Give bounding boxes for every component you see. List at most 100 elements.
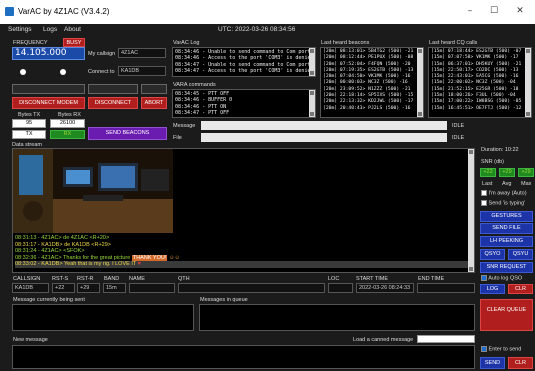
checkbox-icon[interactable] — [481, 200, 487, 206]
cq-item[interactable]: [15m] 22:00:02> NC3Z (500) -04 — [431, 80, 529, 86]
log-callsign-input[interactable]: KA1DB — [12, 283, 49, 293]
message-progress-bar — [201, 121, 447, 130]
menu-about[interactable]: About — [64, 26, 81, 33]
log-line: 08:34:47 - Unable to send command to Com… — [175, 61, 316, 68]
chat-line: 08:33:02 - KA1DB> Yeah that is my rig. I… — [15, 261, 137, 268]
new-message-label: New message — [13, 337, 48, 343]
checkbox-icon[interactable] — [481, 190, 487, 196]
send-file-button[interactable]: SEND FILE — [480, 223, 533, 234]
radio-option-1[interactable] — [20, 69, 26, 75]
log-qth-input[interactable] — [178, 283, 325, 293]
cq-item[interactable]: [15m] 17:00:22> IW8BSG (500) -05 — [431, 99, 529, 105]
log-end-time-input[interactable] — [417, 283, 475, 293]
log-band-select[interactable]: 15m — [103, 283, 126, 293]
scrollbar[interactable] — [309, 90, 315, 117]
file-status: IDLE — [452, 135, 465, 141]
cq-item[interactable]: [15m] 07:07:58> VK1MK (500) -17 — [431, 55, 529, 61]
beacon-item[interactable]: [20m] 08:12:44> PE1PUX (500) -08 — [323, 55, 421, 61]
bytes-rx-value: 26100 — [50, 119, 85, 128]
log-rst-s-select[interactable]: +22 — [52, 283, 75, 293]
snr-avg-label: Avg — [502, 181, 512, 187]
frequency-display[interactable]: 14.105.000 — [12, 47, 85, 60]
close-icon[interactable]: ✕ — [513, 6, 527, 16]
auto-log-checkbox[interactable]: Auto log QSO — [481, 275, 522, 281]
heard-beacons-title: Last heard beacons — [321, 40, 370, 46]
compose-clear-button[interactable]: CLR — [508, 357, 533, 369]
log-header-rst-r: RST-R — [77, 276, 94, 282]
menu-bar: Settings Logs About UTC: 2022-03-26 08:3… — [0, 24, 535, 35]
connect-to-combo[interactable]: KA1DB — [118, 66, 166, 76]
my-callsign-input[interactable]: 4Z1AC — [118, 48, 166, 58]
menu-settings[interactable]: Settings — [8, 26, 32, 33]
chat-highlight: THANK YOU! — [131, 254, 168, 261]
maximize-icon[interactable]: ☐ — [487, 6, 501, 16]
beacon-item[interactable]: [20m] 20:40:43> PJ2LS (500) -16 — [323, 106, 421, 112]
enter-to-send-checkbox[interactable]: Enter to send — [481, 346, 521, 352]
log-name-input[interactable] — [129, 283, 175, 293]
heard-cq-list[interactable]: [15m] 07:18:44> ES2GTB (500) -07 [15m] 0… — [428, 47, 532, 118]
away-checkbox[interactable]: I'm away (Auto) — [481, 190, 527, 196]
beacon-item[interactable]: [20m] 07:52:04> F4FQN (500) -20 — [323, 62, 421, 68]
heard-beacons-list[interactable]: [20m] 08:13:01> 5B4TG2 (500) -21 [20m] 0… — [320, 47, 424, 118]
log-rst-r-select[interactable]: +29 — [77, 283, 100, 293]
log-loc-input[interactable] — [328, 283, 353, 293]
snr-max-value: +29 — [518, 168, 534, 177]
snr-avg-value: +29 — [499, 168, 515, 177]
busy-indicator: BUSY — [63, 38, 85, 47]
beacon-item[interactable]: [20m] 00:00:03> NC3Z (500) -16 — [323, 80, 421, 86]
send-button[interactable]: SEND — [480, 357, 505, 369]
varac-log-list[interactable]: 08:34:46 - Unable to send command to Com… — [172, 47, 316, 77]
snr-last-label: Last — [482, 181, 493, 187]
canned-message-select[interactable] — [417, 335, 475, 343]
bytes-tx-value: 95 — [12, 119, 46, 128]
scrollbar[interactable] — [468, 149, 474, 272]
disconnect-modem-button[interactable]: DISCONNECT MODEM — [12, 97, 85, 109]
snr-label: SNR (db) — [481, 159, 504, 165]
empty-button-3[interactable] — [141, 84, 167, 94]
empty-button-2[interactable] — [88, 84, 138, 94]
beacon-item[interactable]: [20m] 22:13:32> KD2JWL (500) -17 — [323, 99, 421, 105]
snr-max-label: Max — [521, 181, 532, 187]
bytes-tx-label: Bytes TX — [18, 112, 41, 118]
typing-label: Send 'is typing' — [488, 200, 526, 207]
my-callsign-label: My callsign — [88, 51, 116, 57]
log-header-rst-s: RST-S — [52, 276, 69, 282]
chat-line: 08:31:13 - 4Z1AC> de 4Z1AC <R+20> — [15, 235, 110, 241]
radio-option-2[interactable] — [60, 69, 66, 75]
log-start-time-input[interactable]: 2022-03-26 08:24:33 — [356, 283, 414, 293]
vara-commands-list[interactable]: 08:34:45 - PTT OFF 08:34:46 - BUFFER 0 0… — [172, 89, 316, 118]
command-line: 08:34:47 - PTT OFF — [175, 109, 230, 116]
chat-window[interactable]: 08:31:13 - 4Z1AC> de 4Z1AC <R+20> 08:31:… — [12, 148, 475, 273]
log-header-end: END TIME — [418, 276, 445, 282]
queue-box[interactable] — [199, 304, 475, 331]
qsyu-button[interactable]: QSYU — [508, 249, 533, 260]
snr-request-button[interactable]: SNR REQUEST — [480, 262, 533, 273]
send-beacons-button[interactable]: SEND BEACONS — [88, 127, 167, 140]
empty-button-1[interactable] — [12, 84, 85, 94]
checkbox-icon[interactable] — [481, 346, 487, 352]
disconnect-button[interactable]: DISCONNECT — [88, 97, 138, 109]
cq-item[interactable]: [15m] 16:45:51> OE7FTJ (500) -12 — [431, 106, 529, 112]
enter-to-send-label: Enter to send — [488, 346, 522, 353]
log-header-callsign: CALLSIGN — [13, 276, 41, 282]
chat-line: 08:31:17 - KA1DB> de KA1DB <R+29> — [15, 241, 112, 248]
log-button[interactable]: LOG — [480, 284, 505, 294]
vara-commands-title: VARA commands — [173, 82, 216, 88]
log-header-qth: QTH — [178, 276, 190, 282]
file-progress-bar — [201, 133, 447, 142]
scrollbar[interactable] — [309, 48, 315, 76]
typing-checkbox[interactable]: Send 'is typing' — [481, 200, 525, 206]
new-message-input[interactable] — [12, 345, 475, 369]
log-clear-button[interactable]: CLR — [508, 284, 533, 294]
lh-peeking-button[interactable]: LH PEEKING — [480, 236, 533, 247]
scrollbar[interactable] — [525, 48, 531, 117]
cq-item[interactable]: [15m] 06:37:01> DH5KUY (500) -21 — [431, 62, 529, 68]
menu-logs[interactable]: Logs — [43, 26, 57, 33]
qsyo-button[interactable]: QSYO — [480, 249, 505, 260]
minimize-icon[interactable]: – — [463, 6, 477, 16]
gestures-button[interactable]: GESTURES — [480, 211, 533, 222]
clear-queue-button[interactable]: CLEAR QUEUE — [480, 299, 533, 331]
abort-button[interactable]: ABORT — [141, 97, 167, 109]
scrollbar[interactable] — [417, 48, 423, 117]
checkbox-icon[interactable] — [481, 275, 487, 281]
